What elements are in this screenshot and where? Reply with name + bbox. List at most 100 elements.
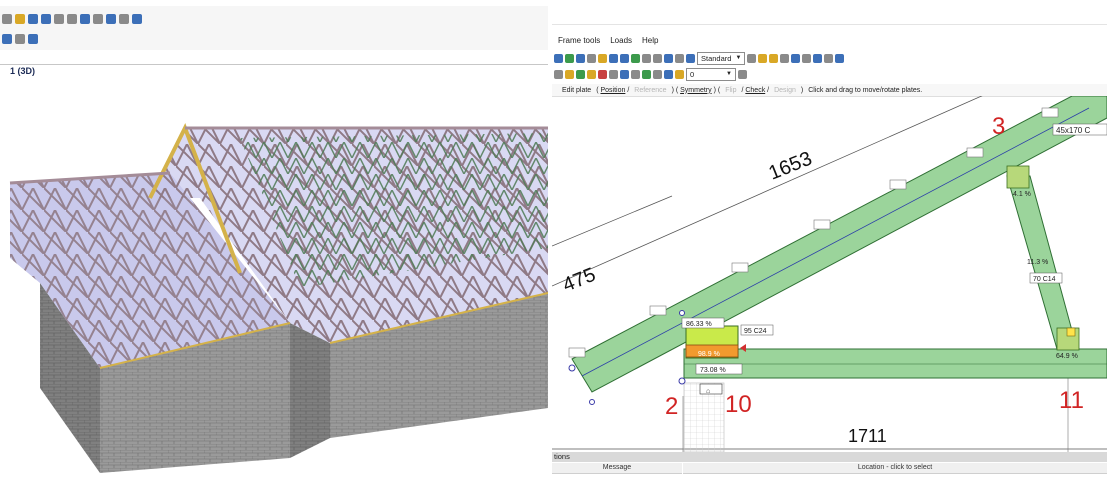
cursor-icon[interactable]	[2, 14, 12, 24]
command-design: Design	[774, 86, 796, 94]
menu-bar: Frame tools Loads Help	[552, 36, 658, 50]
print-icon[interactable]	[587, 53, 596, 63]
pct-apex: 4.1 %	[1013, 191, 1031, 198]
menu-help[interactable]: Help	[642, 36, 658, 50]
move-icon[interactable]	[41, 14, 51, 24]
new-icon[interactable]	[554, 53, 563, 63]
line-icon[interactable]	[747, 53, 757, 63]
section-web: 70 C14	[1033, 276, 1056, 283]
load-icon[interactable]	[598, 69, 607, 79]
bottom-chord[interactable]	[683, 348, 1107, 379]
edit-icon[interactable]	[598, 53, 607, 63]
extend-icon[interactable]	[642, 69, 651, 79]
support-icon[interactable]	[576, 69, 585, 79]
trim-icon[interactable]	[631, 69, 640, 79]
dimension-line-475	[552, 195, 673, 247]
command-close-paren: )	[800, 86, 804, 94]
window-icon[interactable]	[132, 14, 142, 24]
dimension-text-left: 475	[560, 264, 599, 297]
align-icon[interactable]	[2, 34, 12, 44]
command-symmetry-label: Symmetry	[680, 86, 712, 94]
left-toolbar	[0, 6, 548, 50]
truss-editor-panel: Frame tools Loads Help Standard ▼ 0 ▼ Ed…	[552, 0, 1107, 497]
label-icon[interactable]	[675, 69, 684, 79]
nail-plate-apex[interactable]	[1006, 165, 1030, 189]
left-toolbar-row-1	[2, 10, 142, 28]
node-number-2: 2	[665, 393, 678, 420]
pct-right: 64.9 %	[1056, 353, 1078, 360]
layer-dropdown[interactable]: 0 ▼	[686, 67, 736, 81]
offset-icon[interactable]	[653, 69, 662, 79]
plate-icon[interactable]	[587, 69, 596, 79]
select-icon[interactable]	[28, 14, 38, 24]
rafter-centerline	[581, 107, 1090, 377]
chevron-down-icon: ▼	[735, 55, 742, 61]
section-rafter: 45x170 C	[1056, 126, 1090, 135]
view-3d-panel: 1 (3D)	[0, 0, 548, 497]
member-icon[interactable]	[565, 69, 574, 79]
bearing-symbol	[699, 383, 723, 395]
dimension-text-bottom: 1711	[848, 426, 887, 446]
dimension-text-top: 1653	[766, 148, 816, 185]
save-icon[interactable]	[576, 53, 585, 63]
zoom-icon[interactable]	[54, 14, 64, 24]
tools-icon[interactable]	[15, 34, 25, 44]
join-icon[interactable]	[664, 53, 673, 63]
dimension-icon[interactable]	[653, 53, 662, 63]
mirror-icon[interactable]	[620, 69, 629, 79]
copy-icon[interactable]	[28, 34, 38, 44]
table-icon[interactable]	[835, 53, 845, 63]
layers-icon[interactable]	[93, 14, 103, 24]
status-column-message[interactable]: Message	[552, 463, 682, 474]
command-check-label: Check	[745, 86, 766, 94]
layer-icon[interactable]	[813, 53, 823, 63]
command-title: Edit plate	[562, 86, 592, 94]
settings-icon[interactable]	[738, 69, 747, 79]
command-flip: Flip	[725, 86, 737, 94]
command-position[interactable]: ( Position /	[596, 87, 629, 94]
view-title: 1 (3D)	[10, 66, 36, 76]
filter-icon[interactable]	[106, 14, 116, 24]
roof-3d-scene[interactable]	[0, 78, 548, 478]
snap-icon[interactable]	[119, 14, 129, 24]
array-icon[interactable]	[664, 69, 673, 79]
open-icon[interactable]	[565, 53, 574, 63]
left-toolbar-row-2	[2, 30, 38, 48]
text-icon[interactable]	[780, 53, 790, 63]
hatch-icon[interactable]	[791, 53, 801, 63]
wall-step	[290, 323, 330, 458]
plus-icon[interactable]	[675, 53, 684, 63]
split-icon[interactable]	[609, 69, 618, 79]
menu-loads[interactable]: Loads	[610, 36, 632, 50]
frame-icon[interactable]	[554, 69, 563, 79]
zoom-icon-2[interactable]	[642, 53, 651, 63]
pen-icon[interactable]	[824, 53, 834, 63]
pencil-icon[interactable]	[15, 14, 25, 24]
layer-dropdown-value: 0	[690, 69, 695, 79]
chevron-down-icon: ▼	[726, 71, 732, 77]
pct-chord: 73.08 %	[700, 367, 726, 374]
link-icon[interactable]	[80, 14, 90, 24]
section-chord: 95 C24	[744, 328, 767, 335]
command-symmetry[interactable]: ) ( Symmetry ) (	[672, 87, 721, 94]
circle-icon[interactable]	[758, 53, 768, 63]
truss-drawing-canvas[interactable]: ⌂ 86.33 % 98.9 % 73.08 % 95 C24 11.3 % 7…	[552, 96, 1107, 452]
profile-dropdown[interactable]: Standard ▼	[697, 51, 746, 65]
rect-icon[interactable]	[769, 53, 779, 63]
command-position-label: Position	[600, 86, 626, 94]
pct-web: 11.3 %	[1027, 259, 1048, 266]
status-column-location[interactable]: Location - click to select	[683, 463, 1107, 474]
pan-icon[interactable]	[620, 53, 629, 63]
camera-icon[interactable]	[686, 53, 695, 63]
command-check[interactable]: / Check /	[741, 87, 769, 94]
pointer-icon[interactable]	[609, 53, 618, 63]
profile-dropdown-value: Standard	[701, 53, 732, 63]
grid-icon[interactable]	[802, 53, 812, 63]
window-title-strip	[552, 0, 1107, 25]
command-reference: Reference	[634, 86, 667, 94]
command-hint: Click and drag to move/rotate plates.	[808, 86, 923, 94]
rotate-icon[interactable]	[631, 53, 640, 63]
node-number-10: 10	[725, 391, 752, 418]
measure-icon[interactable]	[67, 14, 77, 24]
menu-frame-tools[interactable]: Frame tools	[558, 36, 600, 50]
